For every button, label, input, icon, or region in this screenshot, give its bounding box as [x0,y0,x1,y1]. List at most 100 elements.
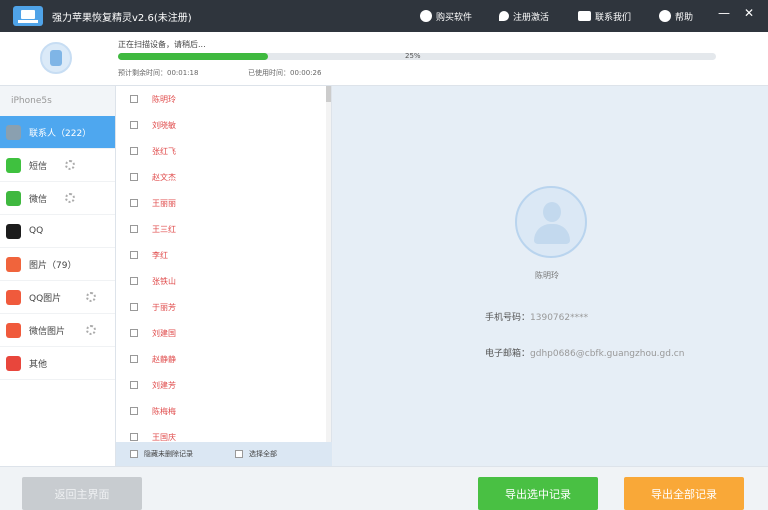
photos-icon [6,256,21,272]
row-contact-name: 王三红 [152,224,176,234]
loading-spinner-icon [86,292,96,302]
contacts-icon [6,124,21,140]
sidebar-item-wechat-photos[interactable]: 微信图片 [0,314,115,347]
list-item[interactable]: 赵静静 [116,346,331,372]
help-icon [659,10,671,22]
row-checkbox[interactable] [130,303,138,311]
app-logo-icon [13,6,43,26]
email-label: 电子邮箱： [485,349,531,359]
row-contact-name: 赵文杰 [152,172,176,182]
list-item[interactable]: 李红 [116,242,331,268]
minimize-button[interactable]: — [718,6,730,20]
row-checkbox[interactable] [130,381,138,389]
list-item[interactable]: 张红飞 [116,138,331,164]
sidebar-item-qq[interactable]: QQ [0,215,115,248]
scan-device-icon [40,42,72,74]
sms-icon [6,157,21,173]
contact-us-button[interactable]: 联系我们 [578,7,631,25]
phone-label: 手机号码： [485,313,531,323]
key-icon [499,11,509,21]
sidebar-item-label: 联系人（222） [29,128,92,139]
close-button[interactable]: ✕ [744,6,754,20]
other-icon [6,355,21,371]
export-all-button[interactable]: 导出全部记录 [624,477,744,510]
wechat-icon [6,190,21,206]
contact-name: 陈明玲 [535,271,559,280]
scan-status-bar: 正在扫描设备，请稍后... 25% 预计剩余时间：00:01:18 已使用时间：… [0,32,768,86]
row-checkbox[interactable] [130,95,138,103]
row-checkbox[interactable] [130,225,138,233]
row-contact-name: 刘建国 [152,328,176,338]
row-checkbox[interactable] [130,355,138,363]
row-checkbox[interactable] [130,199,138,207]
row-checkbox[interactable] [130,121,138,129]
row-contact-name: 陈明玲 [152,94,176,104]
row-contact-name: 张红飞 [152,146,176,156]
list-item[interactable]: 王国庆 [116,424,331,442]
list-item[interactable]: 刘建芳 [116,372,331,398]
scan-progress-percent: 25% [405,52,421,60]
loading-spinner-icon [86,325,96,335]
sidebar-item-other[interactable]: 其他 [0,347,115,380]
scan-progress-fill [118,53,268,60]
hide-deleted-checkbox[interactable] [130,450,138,458]
row-checkbox[interactable] [130,277,138,285]
bottom-action-bar: 返回主界面 导出选中记录 导出全部记录 [0,466,768,510]
back-to-main-button[interactable]: 返回主界面 [22,477,142,510]
help-button[interactable]: 帮助 [659,7,693,25]
list-item[interactable]: 王三红 [116,216,331,242]
qq-photos-icon [6,289,21,305]
time-elapsed: 已使用时间：00:00:26 [248,69,322,77]
qq-icon [6,223,21,239]
loading-spinner-icon [65,193,75,203]
list-item[interactable]: 张铁山 [116,268,331,294]
list-item[interactable]: 陈梅梅 [116,398,331,424]
sidebar-item-qq-photos[interactable]: QQ图片 [0,281,115,314]
buy-software-button[interactable]: 购买软件 [420,7,472,25]
row-contact-name: 刘建芳 [152,380,176,390]
register-button[interactable]: 注册激活 [499,7,549,25]
sidebar-item-label: QQ图片 [29,293,62,304]
email-value: gdhp0686@cbfk.guangzhou.gd.cn [530,349,685,359]
loading-spinner-icon [65,160,75,170]
row-contact-name: 王丽丽 [152,198,176,208]
sidebar-item-label: 其他 [29,359,48,370]
list-footer: 隐藏未删除记录 选择全部 [116,442,332,466]
sidebar-item-wechat[interactable]: 微信 [0,182,115,215]
row-contact-name: 刘晓敏 [152,120,176,130]
row-contact-name: 李红 [152,250,168,260]
list-scrollbar-thumb[interactable] [326,86,331,102]
select-all-checkbox[interactable] [235,450,243,458]
row-checkbox[interactable] [130,251,138,259]
list-item[interactable]: 于丽芳 [116,294,331,320]
list-item[interactable]: 赵文杰 [116,164,331,190]
sidebar-item-contacts[interactable]: 联系人（222） [0,116,115,149]
list-item[interactable]: 刘建国 [116,320,331,346]
export-selected-button[interactable]: 导出选中记录 [478,477,598,510]
title-bar: 强力苹果恢复精灵v2.6(未注册) 购买软件 注册激活 联系我们 帮助 — ✕ [0,0,768,32]
contact-us-label: 联系我们 [595,12,632,23]
contact-avatar-icon [515,186,587,258]
list-item[interactable]: 刘晓敏 [116,112,331,138]
row-checkbox[interactable] [130,433,138,441]
row-checkbox[interactable] [130,173,138,181]
row-checkbox[interactable] [130,147,138,155]
sidebar-item-sms[interactable]: 短信 [0,149,115,182]
shop-icon [420,10,432,22]
register-label: 注册激活 [513,12,550,23]
list-item[interactable]: 陈明玲 [116,86,331,112]
time-remaining: 预计剩余时间：00:01:18 [118,69,199,77]
sidebar-item-label: QQ [29,226,44,236]
phone-value: 1390762**** [530,313,589,323]
device-name: iPhone5s [0,86,115,116]
list-item[interactable]: 王丽丽 [116,190,331,216]
sidebar-item-photos[interactable]: 图片（79） [0,248,115,281]
row-checkbox[interactable] [130,329,138,337]
sidebar-item-label: 短信 [29,161,48,172]
list-scrollbar[interactable] [326,86,331,442]
row-checkbox[interactable] [130,407,138,415]
select-all-label: 选择全部 [249,450,277,458]
sidebar-item-label: 微信 [29,194,48,205]
row-contact-name: 赵静静 [152,354,176,364]
email-field: 电子邮箱：gdhp0686@cbfk.guangzhou.gd.cn [485,346,684,359]
